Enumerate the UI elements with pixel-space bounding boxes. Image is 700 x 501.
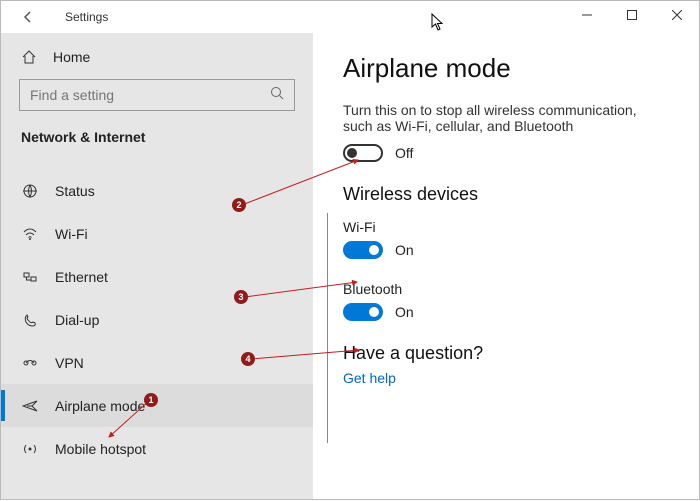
search-box[interactable] bbox=[19, 79, 295, 111]
maximize-button[interactable] bbox=[609, 1, 654, 29]
airplane-icon bbox=[21, 398, 39, 414]
sidebar-item-ethernet[interactable]: Ethernet bbox=[1, 255, 313, 298]
airplane-toggle[interactable] bbox=[343, 144, 383, 162]
sidebar-item-label: Mobile hotspot bbox=[55, 441, 146, 457]
wifi-icon bbox=[21, 226, 39, 242]
wifi-label: Wi-Fi bbox=[343, 219, 669, 235]
wifi-state-label: On bbox=[395, 242, 414, 258]
main-panel: Airplane mode Turn this on to stop all w… bbox=[313, 33, 699, 499]
window-title: Settings bbox=[65, 10, 108, 24]
sidebar-item-label: Ethernet bbox=[55, 269, 108, 285]
sidebar-item-mobile-hotspot[interactable]: Mobile hotspot bbox=[1, 427, 313, 470]
sidebar-item-vpn[interactable]: VPN bbox=[1, 341, 313, 384]
page-title: Airplane mode bbox=[343, 53, 669, 84]
sidebar-item-status[interactable]: Status bbox=[1, 169, 313, 212]
minimize-button[interactable] bbox=[564, 1, 609, 29]
titlebar: Settings bbox=[1, 1, 699, 33]
search-input[interactable] bbox=[30, 87, 270, 103]
vpn-icon bbox=[21, 355, 39, 371]
page-description: Turn this on to stop all wireless commun… bbox=[343, 102, 669, 134]
hotspot-icon bbox=[21, 441, 39, 457]
wireless-heading: Wireless devices bbox=[343, 184, 669, 205]
ethernet-icon bbox=[21, 269, 39, 285]
sidebar: Home Network & Internet Status Wi-Fi Eth… bbox=[1, 33, 313, 499]
bluetooth-label: Bluetooth bbox=[343, 281, 669, 297]
home-label: Home bbox=[53, 49, 90, 65]
annotation-marker-2: 2 bbox=[232, 198, 246, 212]
status-icon bbox=[21, 183, 39, 199]
window-controls bbox=[564, 1, 699, 29]
dialup-icon bbox=[21, 312, 39, 328]
back-icon[interactable] bbox=[19, 8, 37, 26]
bluetooth-state-label: On bbox=[395, 304, 414, 320]
sidebar-item-dialup[interactable]: Dial-up bbox=[1, 298, 313, 341]
sidebar-item-label: VPN bbox=[55, 355, 84, 371]
get-help-link[interactable]: Get help bbox=[343, 370, 669, 386]
sidebar-item-label: Status bbox=[55, 183, 95, 199]
nav-list: Status Wi-Fi Ethernet Dial-up VPN Airpla… bbox=[1, 169, 313, 470]
search-icon bbox=[270, 86, 284, 105]
sidebar-home[interactable]: Home bbox=[1, 41, 313, 75]
section-label: Network & Internet bbox=[1, 125, 313, 155]
airplane-state-label: Off bbox=[395, 145, 413, 161]
home-icon bbox=[21, 49, 39, 65]
sidebar-item-label: Airplane mode bbox=[55, 398, 145, 414]
question-heading: Have a question? bbox=[343, 343, 669, 364]
cursor-icon bbox=[431, 13, 445, 36]
annotation-marker-1: 1 bbox=[144, 393, 158, 407]
sidebar-item-label: Wi-Fi bbox=[55, 226, 88, 242]
bluetooth-toggle[interactable] bbox=[343, 303, 383, 321]
wifi-toggle[interactable] bbox=[343, 241, 383, 259]
sidebar-item-wifi[interactable]: Wi-Fi bbox=[1, 212, 313, 255]
sidebar-item-airplane-mode[interactable]: Airplane mode bbox=[1, 384, 313, 427]
annotation-marker-3: 3 bbox=[234, 290, 248, 304]
close-button[interactable] bbox=[654, 1, 699, 29]
annotation-marker-4: 4 bbox=[241, 352, 255, 366]
scrollbar-indicator[interactable] bbox=[327, 213, 328, 443]
sidebar-item-label: Dial-up bbox=[55, 312, 99, 328]
